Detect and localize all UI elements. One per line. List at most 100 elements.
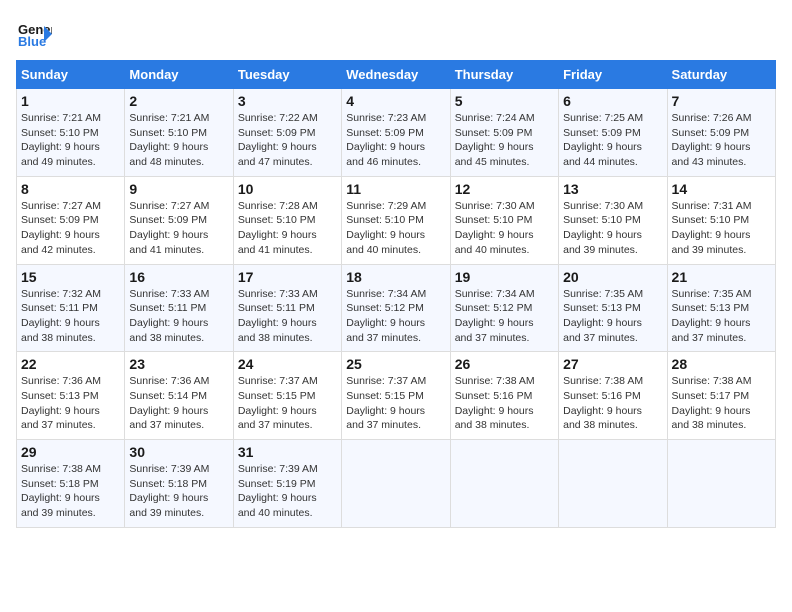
day-info: Sunrise: 7:26 AM Sunset: 5:09 PM Dayligh… <box>672 111 771 170</box>
day-number: 16 <box>129 269 228 285</box>
day-number: 31 <box>238 444 337 460</box>
day-number: 8 <box>21 181 120 197</box>
day-info: Sunrise: 7:25 AM Sunset: 5:09 PM Dayligh… <box>563 111 662 170</box>
weekday-header-row: SundayMondayTuesdayWednesdayThursdayFrid… <box>17 61 776 89</box>
calendar-cell <box>667 440 775 528</box>
logo: General Blue <box>16 16 52 52</box>
day-number: 26 <box>455 356 554 372</box>
day-info: Sunrise: 7:38 AM Sunset: 5:16 PM Dayligh… <box>455 374 554 433</box>
day-info: Sunrise: 7:29 AM Sunset: 5:10 PM Dayligh… <box>346 199 445 258</box>
day-number: 1 <box>21 93 120 109</box>
weekday-header-thursday: Thursday <box>450 61 558 89</box>
calendar-body: 1 Sunrise: 7:21 AM Sunset: 5:10 PM Daylig… <box>17 89 776 528</box>
calendar-week-5: 29 Sunrise: 7:38 AM Sunset: 5:18 PM Dayli… <box>17 440 776 528</box>
calendar-cell: 11 Sunrise: 7:29 AM Sunset: 5:10 PM Dayli… <box>342 176 450 264</box>
calendar-cell: 15 Sunrise: 7:32 AM Sunset: 5:11 PM Dayli… <box>17 264 125 352</box>
calendar-cell: 7 Sunrise: 7:26 AM Sunset: 5:09 PM Daylig… <box>667 89 775 177</box>
calendar-cell: 18Sunrise: 7:34 AM Sunset: 5:12 PM Dayli… <box>342 264 450 352</box>
logo-icon: General Blue <box>16 16 52 52</box>
calendar-cell: 12Sunrise: 7:30 AM Sunset: 5:10 PM Dayli… <box>450 176 558 264</box>
day-number: 22 <box>21 356 120 372</box>
calendar-cell: 31Sunrise: 7:39 AM Sunset: 5:19 PM Dayli… <box>233 440 341 528</box>
calendar-cell: 13 Sunrise: 7:30 AM Sunset: 5:10 PM Dayli… <box>559 176 667 264</box>
day-info: Sunrise: 7:23 AM Sunset: 5:09 PM Dayligh… <box>346 111 445 170</box>
calendar-week-2: 8 Sunrise: 7:27 AM Sunset: 5:09 PM Daylig… <box>17 176 776 264</box>
day-number: 19 <box>455 269 554 285</box>
day-number: 20 <box>563 269 662 285</box>
calendar-cell: 17 Sunrise: 7:33 AM Sunset: 5:11 PM Dayli… <box>233 264 341 352</box>
calendar-cell: 3Sunrise: 7:22 AM Sunset: 5:09 PM Daylig… <box>233 89 341 177</box>
day-number: 25 <box>346 356 445 372</box>
day-info: Sunrise: 7:27 AM Sunset: 5:09 PM Dayligh… <box>21 199 120 258</box>
calendar-cell: 5Sunrise: 7:24 AM Sunset: 5:09 PM Daylig… <box>450 89 558 177</box>
day-number: 11 <box>346 181 445 197</box>
svg-text:Blue: Blue <box>18 34 46 49</box>
calendar-week-4: 22 Sunrise: 7:36 AM Sunset: 5:13 PM Dayli… <box>17 352 776 440</box>
weekday-header-friday: Friday <box>559 61 667 89</box>
day-info: Sunrise: 7:36 AM Sunset: 5:13 PM Dayligh… <box>21 374 120 433</box>
day-info: Sunrise: 7:38 AM Sunset: 5:18 PM Dayligh… <box>21 462 120 521</box>
page-header: General Blue <box>16 16 776 52</box>
day-number: 3 <box>238 93 337 109</box>
weekday-header-wednesday: Wednesday <box>342 61 450 89</box>
day-info: Sunrise: 7:39 AM Sunset: 5:18 PM Dayligh… <box>129 462 228 521</box>
day-number: 27 <box>563 356 662 372</box>
day-info: Sunrise: 7:28 AM Sunset: 5:10 PM Dayligh… <box>238 199 337 258</box>
day-number: 29 <box>21 444 120 460</box>
day-info: Sunrise: 7:36 AM Sunset: 5:14 PM Dayligh… <box>129 374 228 433</box>
day-info: Sunrise: 7:37 AM Sunset: 5:15 PM Dayligh… <box>238 374 337 433</box>
day-number: 23 <box>129 356 228 372</box>
day-info: Sunrise: 7:33 AM Sunset: 5:11 PM Dayligh… <box>238 287 337 346</box>
calendar-cell: 24 Sunrise: 7:37 AM Sunset: 5:15 PM Dayli… <box>233 352 341 440</box>
calendar-week-3: 15 Sunrise: 7:32 AM Sunset: 5:11 PM Dayli… <box>17 264 776 352</box>
calendar-header: SundayMondayTuesdayWednesdayThursdayFrid… <box>17 61 776 89</box>
day-number: 17 <box>238 269 337 285</box>
day-number: 10 <box>238 181 337 197</box>
day-number: 13 <box>563 181 662 197</box>
day-info: Sunrise: 7:38 AM Sunset: 5:16 PM Dayligh… <box>563 374 662 433</box>
calendar-cell: 25 Sunrise: 7:37 AM Sunset: 5:15 PM Dayli… <box>342 352 450 440</box>
calendar-cell: 8 Sunrise: 7:27 AM Sunset: 5:09 PM Daylig… <box>17 176 125 264</box>
day-number: 5 <box>455 93 554 109</box>
calendar-week-1: 1 Sunrise: 7:21 AM Sunset: 5:10 PM Daylig… <box>17 89 776 177</box>
calendar-cell: 4 Sunrise: 7:23 AM Sunset: 5:09 PM Daylig… <box>342 89 450 177</box>
calendar-cell: 30 Sunrise: 7:39 AM Sunset: 5:18 PM Dayli… <box>125 440 233 528</box>
calendar-cell: 10 Sunrise: 7:28 AM Sunset: 5:10 PM Dayli… <box>233 176 341 264</box>
calendar-table: SundayMondayTuesdayWednesdayThursdayFrid… <box>16 60 776 528</box>
day-info: Sunrise: 7:35 AM Sunset: 5:13 PM Dayligh… <box>563 287 662 346</box>
calendar-cell: 14Sunrise: 7:31 AM Sunset: 5:10 PM Dayli… <box>667 176 775 264</box>
calendar-cell <box>342 440 450 528</box>
day-number: 21 <box>672 269 771 285</box>
calendar-cell <box>450 440 558 528</box>
day-info: Sunrise: 7:32 AM Sunset: 5:11 PM Dayligh… <box>21 287 120 346</box>
weekday-header-sunday: Sunday <box>17 61 125 89</box>
day-number: 6 <box>563 93 662 109</box>
day-info: Sunrise: 7:35 AM Sunset: 5:13 PM Dayligh… <box>672 287 771 346</box>
calendar-cell: 20 Sunrise: 7:35 AM Sunset: 5:13 PM Dayli… <box>559 264 667 352</box>
day-number: 15 <box>21 269 120 285</box>
calendar-cell: 29 Sunrise: 7:38 AM Sunset: 5:18 PM Dayli… <box>17 440 125 528</box>
day-info: Sunrise: 7:30 AM Sunset: 5:10 PM Dayligh… <box>563 199 662 258</box>
calendar-cell: 21 Sunrise: 7:35 AM Sunset: 5:13 PM Dayli… <box>667 264 775 352</box>
day-info: Sunrise: 7:27 AM Sunset: 5:09 PM Dayligh… <box>129 199 228 258</box>
calendar-cell <box>559 440 667 528</box>
day-info: Sunrise: 7:31 AM Sunset: 5:10 PM Dayligh… <box>672 199 771 258</box>
day-number: 4 <box>346 93 445 109</box>
calendar-cell: 19Sunrise: 7:34 AM Sunset: 5:12 PM Dayli… <box>450 264 558 352</box>
day-info: Sunrise: 7:33 AM Sunset: 5:11 PM Dayligh… <box>129 287 228 346</box>
calendar-cell: 16 Sunrise: 7:33 AM Sunset: 5:11 PM Dayli… <box>125 264 233 352</box>
day-number: 30 <box>129 444 228 460</box>
day-number: 7 <box>672 93 771 109</box>
day-info: Sunrise: 7:30 AM Sunset: 5:10 PM Dayligh… <box>455 199 554 258</box>
day-number: 28 <box>672 356 771 372</box>
calendar-cell: 9Sunrise: 7:27 AM Sunset: 5:09 PM Daylig… <box>125 176 233 264</box>
day-info: Sunrise: 7:34 AM Sunset: 5:12 PM Dayligh… <box>346 287 445 346</box>
weekday-header-saturday: Saturday <box>667 61 775 89</box>
day-number: 24 <box>238 356 337 372</box>
day-info: Sunrise: 7:37 AM Sunset: 5:15 PM Dayligh… <box>346 374 445 433</box>
day-number: 2 <box>129 93 228 109</box>
day-info: Sunrise: 7:21 AM Sunset: 5:10 PM Dayligh… <box>129 111 228 170</box>
calendar-cell: 2 Sunrise: 7:21 AM Sunset: 5:10 PM Daylig… <box>125 89 233 177</box>
calendar-cell: 1Sunrise: 7:21 AM Sunset: 5:10 PM Daylig… <box>17 89 125 177</box>
day-info: Sunrise: 7:38 AM Sunset: 5:17 PM Dayligh… <box>672 374 771 433</box>
